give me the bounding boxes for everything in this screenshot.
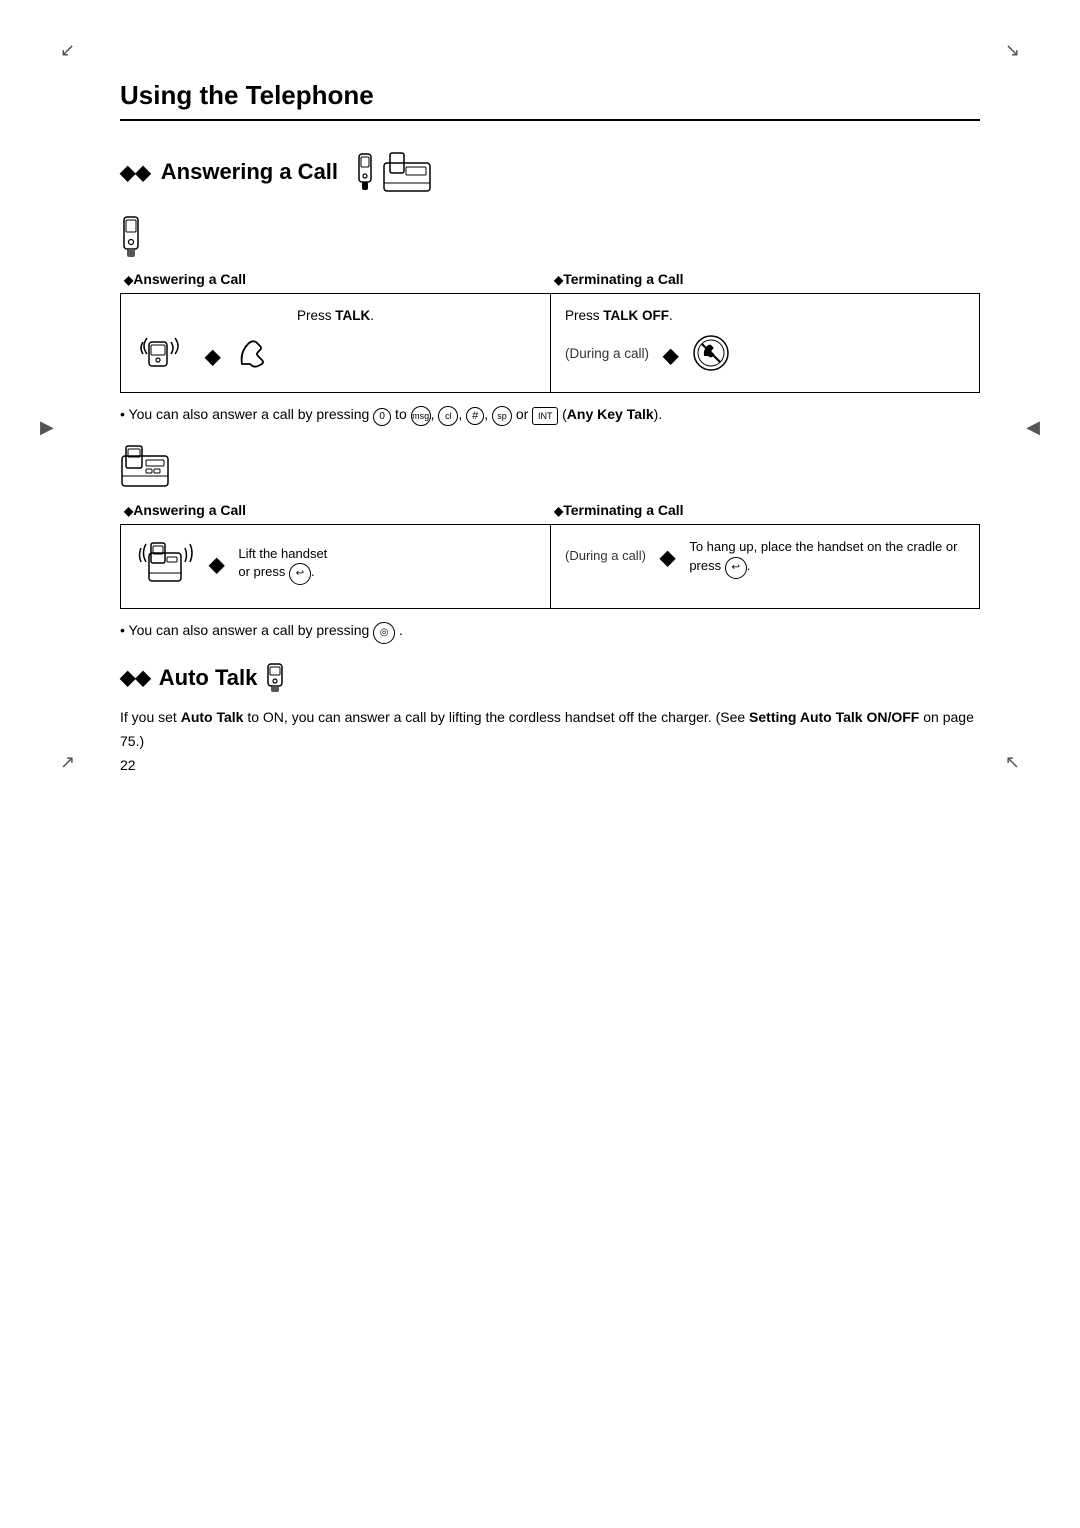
cordless-answering-box: Press TALK. [120, 293, 550, 393]
base-terminating-box: (During a call) ◆ To hang up, place the … [550, 524, 980, 609]
corner-mark-mr: ◀ [1026, 417, 1040, 438]
diamonds-icon: ◆◆ [120, 160, 151, 185]
corner-mark-br: ↖ [1005, 752, 1020, 773]
base-terminating-label: ◆Terminating a Call [550, 502, 980, 522]
cordless-bullet-note: You can also answer a call by pressing 0… [120, 403, 980, 426]
page-number: 22 [120, 757, 136, 773]
cl-button-icon: cl [438, 406, 458, 426]
corner-mark-tl: ↙ [60, 40, 75, 61]
corner-mark-tr: ↘ [1005, 40, 1020, 61]
auto-talk-header: ◆◆ Auto Talk [120, 662, 980, 694]
cradle-icon: ↩ [725, 557, 747, 579]
page-title: Using the Telephone [120, 80, 980, 121]
lift-handset-text: Lift the handsetor press ↩. [238, 545, 327, 585]
cordless-answering-label: ◆Answering a Call [120, 271, 550, 291]
base-subsection-headers: ◆Answering a Call ◆Terminating a Call [120, 502, 980, 522]
cordless-instruction-boxes: Press TALK. [120, 293, 980, 393]
talk-bold: TALK [335, 308, 370, 323]
base-bullet-note: You can also answer a call by pressing ◎… [120, 619, 980, 644]
pickup-handset-icon [234, 336, 270, 378]
section-icons [354, 149, 432, 195]
cordless-subsection-headers: ◆Answering a Call ◆Terminating a Call [120, 271, 980, 291]
base-device-icon [120, 444, 170, 490]
press-talk-off-label: Press TALK OFF. [565, 306, 965, 326]
zero-button-icon: 0 [373, 408, 391, 426]
cordless-phone-icon [354, 152, 376, 192]
ringing-phone-icon [135, 334, 191, 380]
cordless-terminating-inner: (During a call) ◆ [565, 334, 965, 378]
cordless-terminating-label: ◆Terminating a Call [550, 271, 980, 291]
corner-mark-bl: ↗ [60, 752, 75, 773]
auto-talk-title: Auto Talk [159, 665, 258, 691]
base-instruction-boxes: ◆ Lift the handsetor press ↩. (During a … [120, 524, 980, 609]
any-key-talk-bold: Any Key Talk [567, 406, 654, 422]
end-call-icon [692, 334, 730, 378]
base-phone-icon [382, 149, 432, 195]
base-answering-label: ◆Answering a Call [120, 502, 550, 522]
cordless-terminating-box: Press TALK OFF. (During a call) ◆ [550, 293, 980, 393]
sp-button-icon: sp [492, 406, 512, 426]
arrow-icon-2: ◆ [663, 341, 678, 371]
cordless-device-icon [120, 215, 142, 259]
base-device-row [120, 444, 980, 494]
setting-auto-talk-bold: Setting Auto Talk ON/OFF [749, 709, 919, 725]
base-answering-inner: ◆ Lift the handsetor press ↩. [135, 537, 536, 593]
base-answering-box: ◆ Lift the handsetor press ↩. [120, 524, 550, 609]
during-call-label: (During a call) [565, 344, 649, 364]
base-during-call-label: (During a call) [565, 546, 646, 566]
auto-talk-handset-icon [265, 662, 285, 694]
msg-button-icon: msg [411, 406, 431, 426]
answering-call-header: ◆◆ Answering a Call [120, 149, 980, 195]
hash-button-icon: # [466, 407, 484, 425]
hangup-text: To hang up, place the handset on the cra… [689, 537, 965, 579]
cordless-answering-inner: ◆ [135, 334, 536, 380]
auto-talk-description: If you set Auto Talk to ON, you can answ… [120, 706, 980, 754]
answering-call-title: Answering a Call [161, 159, 338, 185]
press-talk-label: Press TALK. [135, 306, 536, 326]
corner-mark-ml: ▶ [40, 417, 54, 438]
auto-talk-bold: Auto Talk [181, 709, 244, 725]
talk-off-bold: TALK OFF [603, 308, 669, 323]
speaker-icon: ◎ [373, 622, 395, 644]
sp-phone-icon: ↩ [289, 563, 311, 585]
auto-talk-diamonds: ◆◆ [120, 665, 151, 690]
arrow-icon-4: ◆ [660, 543, 675, 573]
arrow-icon-3: ◆ [209, 550, 224, 580]
int-button-icon: INT [532, 407, 558, 425]
cordless-device-row [120, 215, 980, 263]
base-terminating-inner: (During a call) ◆ To hang up, place the … [565, 537, 965, 579]
arrow-icon: ◆ [205, 342, 220, 372]
ringing-base-icon [135, 537, 195, 593]
